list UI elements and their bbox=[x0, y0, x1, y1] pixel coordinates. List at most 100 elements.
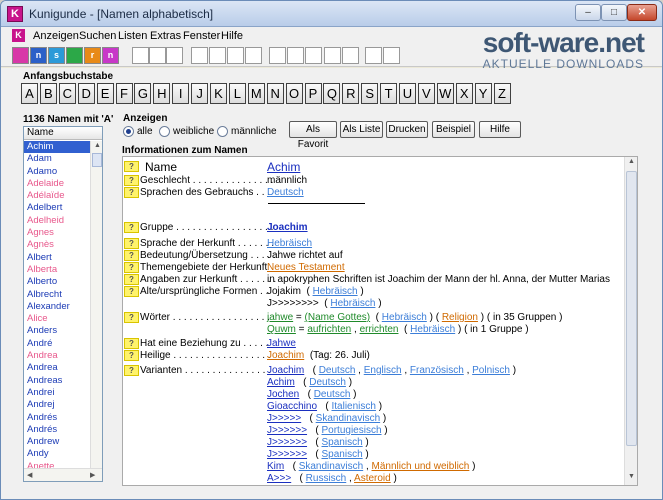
letter-u-button[interactable]: U bbox=[399, 83, 416, 104]
list-item[interactable]: Alberto bbox=[24, 276, 90, 288]
letter-c-button[interactable]: C bbox=[58, 83, 76, 104]
variant-name[interactable]: J>>>>>> bbox=[267, 449, 307, 460]
list-item[interactable]: Albrecht bbox=[24, 289, 90, 301]
list-item[interactable]: Adamo bbox=[24, 166, 90, 178]
list-item[interactable]: Andrés bbox=[24, 412, 90, 424]
beziehung-value[interactable]: Jahwe bbox=[267, 338, 296, 350]
menu-hilfe[interactable]: Hilfe bbox=[221, 30, 243, 42]
letter-y-button[interactable]: Y bbox=[474, 83, 492, 104]
toolbar-search-2-icon[interactable] bbox=[149, 47, 166, 64]
help-icon[interactable]: ? bbox=[124, 365, 139, 376]
toolbar-people-1-icon[interactable] bbox=[269, 47, 286, 64]
list-item[interactable]: Adelaide bbox=[24, 178, 90, 190]
letter-l-button[interactable]: L bbox=[228, 83, 246, 104]
menu-extras[interactable]: Extras bbox=[150, 30, 181, 42]
word-meaning[interactable]: aufrichten bbox=[307, 324, 351, 335]
toolbar-people-2-icon[interactable] bbox=[287, 47, 304, 64]
toolbar-sort-icon[interactable] bbox=[342, 47, 359, 64]
variant-name[interactable]: Joachim bbox=[267, 365, 304, 376]
scroll-right-icon[interactable]: ▶ bbox=[90, 471, 95, 479]
list-item[interactable]: Adam bbox=[24, 153, 90, 165]
scroll-thumb[interactable] bbox=[92, 153, 102, 167]
list-item[interactable]: André bbox=[24, 338, 90, 350]
word-link[interactable]: jahwe bbox=[267, 312, 293, 323]
als-liste-button[interactable]: Als Liste bbox=[340, 121, 383, 138]
letter-a-button[interactable]: A bbox=[21, 83, 38, 104]
word-theme[interactable]: Religion bbox=[442, 312, 478, 323]
letter-j-button[interactable]: J bbox=[191, 83, 209, 104]
heilige-link[interactable]: Joachim bbox=[267, 350, 304, 361]
word-meaning[interactable]: (Name Gottes) bbox=[305, 312, 371, 323]
variant-lang[interactable]: Polnisch bbox=[472, 365, 510, 376]
menu-anzeigen[interactable]: Anzeigen bbox=[33, 30, 79, 42]
toolbar-search-1-icon[interactable] bbox=[132, 47, 149, 64]
help-icon[interactable]: ? bbox=[124, 250, 139, 261]
alte-lang[interactable]: Hebräisch bbox=[313, 286, 358, 297]
variant-name[interactable]: A>>> bbox=[267, 473, 291, 484]
menu-suchen[interactable]: Suchen bbox=[79, 30, 116, 42]
radio-alle[interactable] bbox=[123, 126, 134, 137]
word-meaning[interactable]: errichten bbox=[360, 324, 399, 335]
list-item[interactable]: Adelbert bbox=[24, 202, 90, 214]
scroll-down-icon[interactable]: ▼ bbox=[628, 473, 637, 484]
help-icon[interactable]: ? bbox=[124, 338, 139, 349]
help-icon[interactable]: ? bbox=[124, 161, 139, 172]
toolbar-s5-icon[interactable]: r bbox=[84, 47, 101, 64]
variant-lang[interactable]: Englisch bbox=[364, 365, 402, 376]
variant-name[interactable]: J>>>>> bbox=[267, 413, 301, 424]
radio-maennliche[interactable] bbox=[217, 126, 228, 137]
list-item[interactable]: Andrej bbox=[24, 399, 90, 411]
variant-lang[interactable]: Französisch bbox=[410, 365, 464, 376]
letter-p-button[interactable]: P bbox=[304, 83, 322, 104]
variant-lang[interactable]: Männlich und weiblich bbox=[372, 461, 470, 472]
toolbar-print-icon[interactable] bbox=[227, 47, 244, 64]
list-item[interactable]: Alberta bbox=[24, 264, 90, 276]
toolbar-help-icon[interactable] bbox=[324, 47, 341, 64]
variant-name[interactable]: Gioacchino bbox=[267, 401, 317, 412]
letter-k-button[interactable]: K bbox=[210, 83, 227, 104]
list-item[interactable]: Adélaïde bbox=[24, 190, 90, 202]
variant-lang[interactable]: Spanisch bbox=[322, 449, 363, 460]
list-item[interactable]: Alice bbox=[24, 313, 90, 325]
letter-r-button[interactable]: R bbox=[342, 83, 360, 104]
beispiel-button[interactable]: Beispiel bbox=[432, 121, 475, 138]
list-item[interactable]: Andrés bbox=[24, 424, 90, 436]
word-lang[interactable]: Hebräisch bbox=[382, 312, 427, 323]
list-item[interactable]: Andreas bbox=[24, 375, 90, 387]
letter-e-button[interactable]: E bbox=[96, 83, 114, 104]
variant-name[interactable]: Kim bbox=[267, 461, 284, 472]
word-link[interactable]: Quwm bbox=[267, 324, 296, 335]
themen-value[interactable]: Neues Testament bbox=[267, 262, 345, 274]
letter-x-button[interactable]: X bbox=[455, 83, 473, 104]
variant-name[interactable]: Jochen bbox=[267, 389, 299, 400]
scroll-up-icon[interactable]: ▲ bbox=[628, 158, 637, 169]
toolbar-s4-icon[interactable] bbox=[66, 47, 83, 64]
letter-t-button[interactable]: T bbox=[380, 83, 398, 104]
letter-v-button[interactable]: V bbox=[417, 83, 435, 104]
list-item[interactable]: Anders bbox=[24, 325, 90, 337]
help-icon[interactable]: ? bbox=[124, 175, 139, 186]
help-icon[interactable]: ? bbox=[124, 187, 139, 198]
list-hscrollbar[interactable]: ◀ ▶ bbox=[24, 468, 102, 481]
list-item[interactable]: Adelheid bbox=[24, 215, 90, 227]
list-header[interactable]: Name bbox=[24, 127, 102, 140]
drucken-button[interactable]: Drucken bbox=[386, 121, 428, 138]
letter-z-button[interactable]: Z bbox=[493, 83, 511, 104]
name-value[interactable]: Achim bbox=[267, 160, 300, 174]
sprachen-value[interactable]: Deutsch bbox=[267, 187, 304, 199]
help-icon[interactable]: ? bbox=[124, 286, 139, 297]
scroll-thumb[interactable] bbox=[626, 171, 637, 446]
favorit-button[interactable]: Als Favorit bbox=[289, 121, 337, 150]
hilfe-button[interactable]: Hilfe bbox=[479, 121, 521, 138]
help-icon[interactable]: ? bbox=[124, 238, 139, 249]
help-icon[interactable]: ? bbox=[124, 312, 139, 323]
app-icon[interactable]: K bbox=[7, 6, 23, 22]
letter-b-button[interactable]: B bbox=[39, 83, 57, 104]
document-icon[interactable]: K bbox=[12, 29, 25, 42]
variant-lang[interactable]: Russisch bbox=[306, 473, 347, 484]
variant-name[interactable]: J>>>>>> bbox=[267, 437, 307, 448]
variant-name[interactable]: J>>>>>> bbox=[267, 425, 307, 436]
menu-listen[interactable]: Listen bbox=[118, 30, 147, 42]
toolbar-s1-icon[interactable] bbox=[12, 47, 29, 64]
variant-lang[interactable]: Asteroid bbox=[354, 473, 391, 484]
